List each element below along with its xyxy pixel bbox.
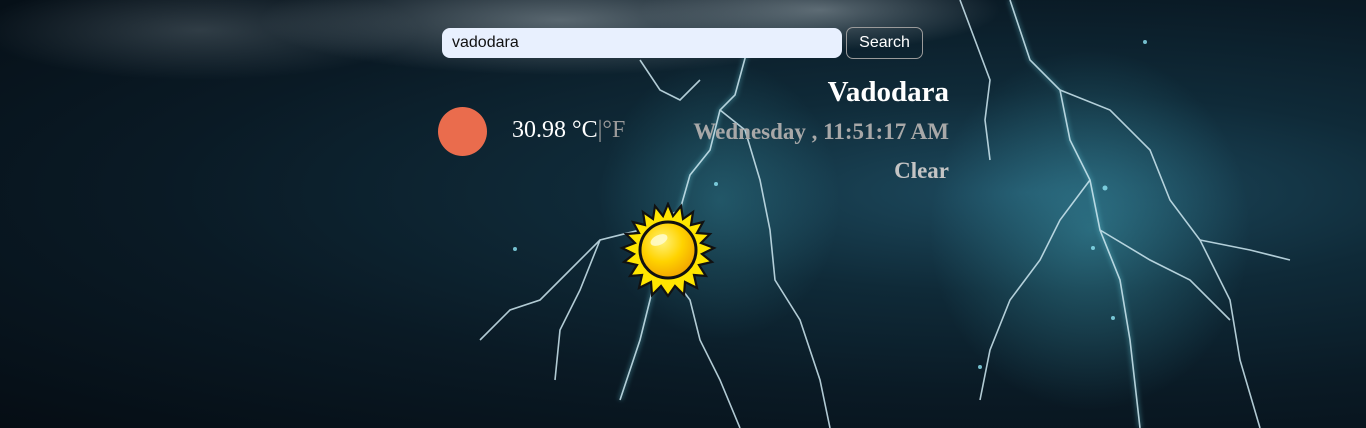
search-button[interactable]: Search — [846, 27, 923, 59]
status-indicator — [438, 107, 487, 156]
temperature-display: 30.98 °C|°F — [512, 117, 625, 144]
city-name: Vadodara — [827, 76, 949, 108]
temperature-value: 30.98 — [512, 117, 566, 143]
fahrenheit-toggle[interactable]: °F — [602, 117, 625, 143]
celsius-toggle[interactable]: °C — [572, 117, 598, 143]
search-bar: Search — [442, 27, 923, 59]
sun-icon — [619, 202, 717, 298]
weather-condition: Clear — [894, 158, 949, 183]
search-input[interactable] — [442, 28, 842, 58]
date-time: Wednesday , 11:51:17 AM — [693, 119, 949, 144]
